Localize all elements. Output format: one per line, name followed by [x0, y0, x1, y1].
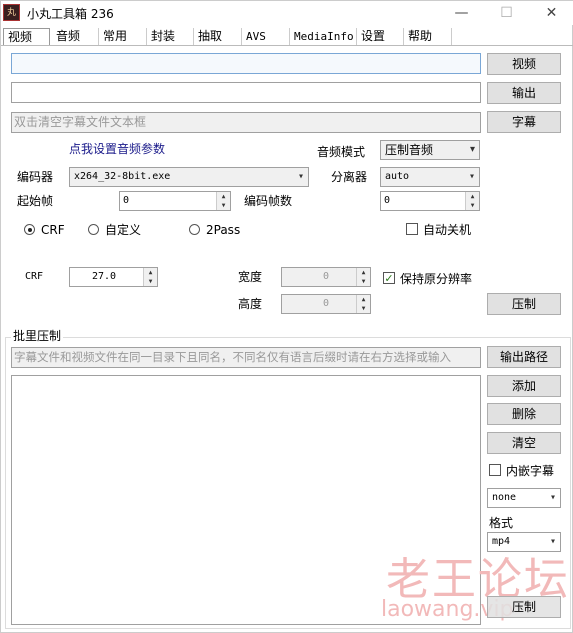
- chevron-down-icon: ▾: [469, 144, 475, 155]
- chevron-down-icon: ▾: [549, 492, 556, 503]
- audio-mode-select[interactable]: 压制音频 ▾: [380, 140, 480, 160]
- auto-shutdown-checkbox[interactable]: [406, 223, 418, 235]
- tab-mux[interactable]: 封装: [147, 28, 194, 45]
- tab-help[interactable]: 帮助: [404, 28, 452, 45]
- video-button[interactable]: 视频: [487, 53, 561, 75]
- spin-down-icon[interactable]: ▼: [356, 304, 370, 313]
- splitter-label: 分离器: [331, 170, 368, 184]
- delete-button[interactable]: 删除: [487, 403, 561, 425]
- encoder-select[interactable]: x264_32-8bit.exe ▾: [69, 167, 309, 187]
- spin-down-icon[interactable]: ▼: [465, 201, 479, 210]
- spin-down-icon[interactable]: ▼: [356, 277, 370, 286]
- minimize-button[interactable]: —: [439, 1, 484, 25]
- start-frame-label: 起始帧: [17, 194, 54, 208]
- output-file-input[interactable]: [11, 82, 481, 103]
- start-frame-spinner[interactable]: 0 ▲ ▼: [119, 191, 231, 211]
- custom-radio[interactable]: [88, 224, 99, 235]
- crf-radio[interactable]: [24, 224, 35, 235]
- audio-mode-value: 压制音频: [385, 143, 434, 157]
- clear-button[interactable]: 清空: [487, 432, 561, 454]
- output-button[interactable]: 输出: [487, 82, 561, 104]
- embed-subtitle-label: 内嵌字幕: [506, 464, 555, 478]
- title-bar: 丸 小丸工具箱 236 — ☐ ✕: [1, 1, 573, 25]
- subtitle-language-select[interactable]: none ▾: [487, 488, 561, 508]
- start-frame-value: 0: [123, 195, 130, 206]
- video-file-input[interactable]: [11, 53, 481, 74]
- spin-up-icon[interactable]: ▲: [465, 192, 479, 201]
- app-icon: 丸: [3, 4, 20, 21]
- tab-video[interactable]: 视频: [3, 28, 50, 45]
- frame-count-label: 编码帧数: [244, 194, 293, 208]
- close-button[interactable]: ✕: [529, 1, 573, 25]
- width-value: 0: [322, 271, 330, 282]
- subtitle-language-value: none: [492, 492, 517, 503]
- spin-down-icon[interactable]: ▼: [143, 277, 157, 286]
- twopass-radio-label: 2Pass: [206, 223, 241, 237]
- frame-count-spinner[interactable]: 0 ▲ ▼: [380, 191, 480, 211]
- add-button[interactable]: 添加: [487, 375, 561, 397]
- width-label: 宽度: [238, 270, 263, 284]
- spin-down-icon[interactable]: ▼: [216, 201, 230, 210]
- subtitle-file-input[interactable]: 双击清空字幕文件文本框: [11, 112, 481, 133]
- audio-params-link[interactable]: 点我设置音频参数: [69, 141, 165, 157]
- chevron-down-icon: ▾: [468, 171, 475, 182]
- tab-settings[interactable]: 设置: [357, 28, 404, 45]
- splitter-select[interactable]: auto ▾: [380, 167, 480, 187]
- encoder-value: x264_32-8bit.exe: [74, 171, 171, 182]
- main-window: 丸 小丸工具箱 236 — ☐ ✕ 视频 音频 常用 封装 抽取 AVS Med…: [0, 0, 573, 633]
- batch-group-title: 批里压制: [11, 328, 64, 344]
- chevron-down-icon: ▾: [297, 171, 304, 182]
- spin-up-icon[interactable]: ▲: [143, 268, 157, 277]
- batch-hint-input[interactable]: 字幕文件和视频文件在同一目录下且同名，不同名仅有语言后缀时请在右方选择或输入: [11, 347, 481, 368]
- window-title: 小丸工具箱 236: [27, 7, 114, 21]
- keep-resolution-label: 保持原分辨率: [400, 272, 473, 286]
- maximize-button[interactable]: ☐: [484, 1, 529, 25]
- tab-common[interactable]: 常用: [99, 28, 147, 45]
- crf-spinner[interactable]: 27.0 ▲ ▼: [69, 267, 158, 287]
- crf-label: CRF: [25, 271, 44, 282]
- tab-avs[interactable]: AVS: [242, 28, 290, 45]
- tab-extract[interactable]: 抽取: [194, 28, 242, 45]
- audio-mode-label: 音频模式: [317, 145, 366, 159]
- keep-resolution-checkbox[interactable]: ✓: [383, 272, 395, 284]
- subtitle-button[interactable]: 字幕: [487, 111, 561, 133]
- crf-value: 27.0: [92, 271, 117, 282]
- embed-subtitle-checkbox[interactable]: [489, 464, 501, 476]
- tab-audio[interactable]: 音频: [52, 28, 99, 45]
- height-spinner[interactable]: 0 ▲ ▼: [281, 294, 371, 314]
- spin-up-icon[interactable]: ▲: [356, 295, 370, 304]
- encoder-label: 编码器: [17, 170, 54, 184]
- twopass-radio[interactable]: [189, 224, 200, 235]
- custom-radio-label: 自定义: [105, 223, 142, 237]
- width-spinner[interactable]: 0 ▲ ▼: [281, 267, 371, 287]
- output-path-button[interactable]: 输出路径: [487, 346, 561, 368]
- height-label: 高度: [238, 297, 263, 311]
- spin-up-icon[interactable]: ▲: [216, 192, 230, 201]
- batch-compress-button[interactable]: 压制: [487, 596, 561, 618]
- auto-shutdown-label: 自动关机: [423, 223, 472, 237]
- compress-button[interactable]: 压制: [487, 293, 561, 315]
- spin-up-icon[interactable]: ▲: [356, 268, 370, 277]
- splitter-value: auto: [385, 171, 410, 182]
- height-value: 0: [322, 298, 330, 309]
- tab-mediainfo[interactable]: MediaInfo: [290, 28, 357, 45]
- frame-count-value: 0: [384, 195, 391, 206]
- format-label: 格式: [489, 516, 514, 530]
- crf-radio-label: CRF: [41, 223, 65, 237]
